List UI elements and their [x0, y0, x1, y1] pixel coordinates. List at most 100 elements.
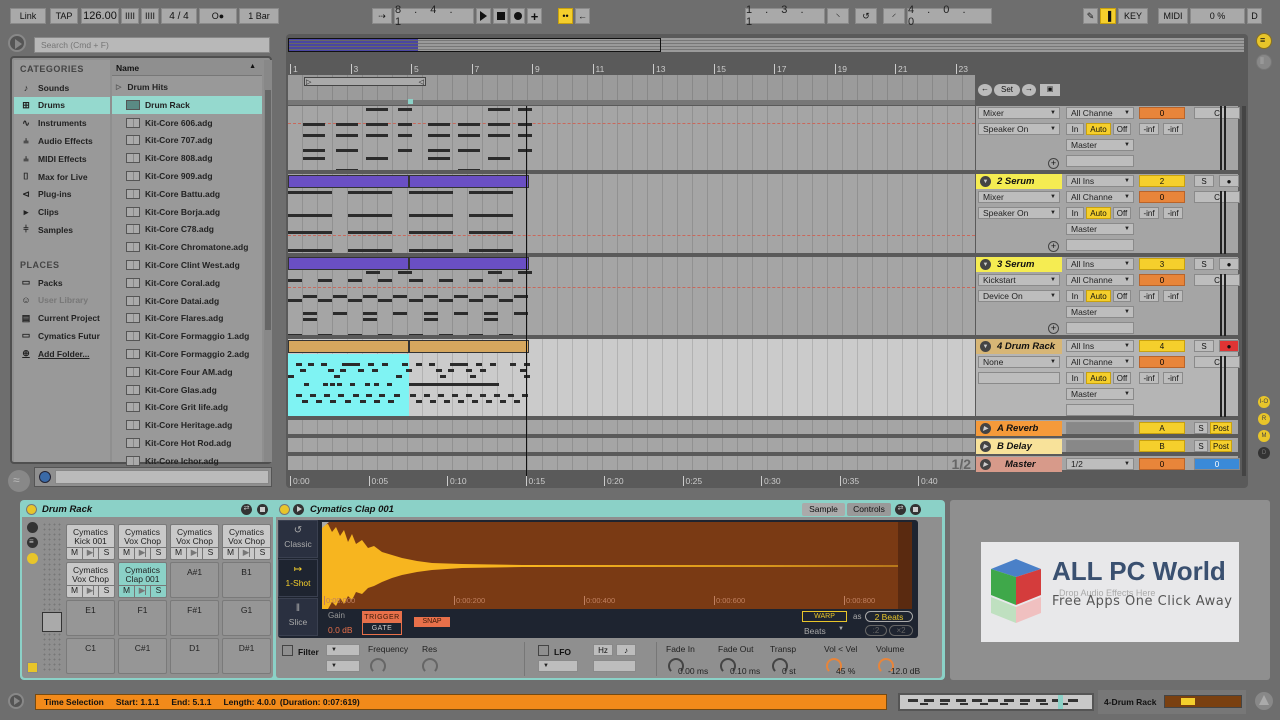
midi-note[interactable] [488, 123, 510, 126]
info-icon[interactable] [39, 471, 51, 483]
arm-button[interactable]: ● [1219, 340, 1239, 352]
drum-note[interactable] [350, 383, 355, 386]
midi-note[interactable] [428, 123, 450, 126]
category-instruments[interactable]: ∿ Instruments [14, 115, 110, 132]
file-item[interactable]: Kit-Core 707.adg [112, 132, 262, 150]
punch-in-button[interactable]: ⸌ [827, 8, 849, 24]
tab-controls[interactable]: Controls [847, 503, 891, 516]
drum-pad[interactable]: Cymatics Kick 001 M ▶ S [66, 524, 115, 560]
drum-note[interactable] [396, 375, 402, 378]
tab-sample[interactable]: Sample [802, 503, 845, 516]
place-packs[interactable]: ▭ Packs [14, 274, 110, 291]
drum-note[interactable] [353, 394, 359, 397]
midi-note[interactable] [469, 191, 513, 194]
file-item[interactable]: Kit-Core Flares.adg [112, 310, 262, 328]
drum-pad[interactable]: C1 [66, 638, 115, 674]
file-item[interactable]: Kit-Core Formaggio 1.adg [112, 327, 262, 345]
expand-arrow-icon[interactable]: ▶ [980, 459, 991, 470]
punch-out-button[interactable]: ⸍ [883, 8, 905, 24]
file-item[interactable]: Kit-Core Hot Rod.adg [112, 434, 262, 452]
midi-note[interactable] [518, 271, 532, 274]
midi-note[interactable] [454, 295, 468, 298]
midi-note[interactable] [518, 108, 532, 111]
drum-note[interactable] [508, 394, 514, 397]
lfo-toggle[interactable] [538, 645, 549, 656]
input-channel-dropdown[interactable]: Mixer [978, 191, 1060, 203]
pan-field[interactable]: C [1194, 107, 1240, 119]
master-track-header[interactable]: ▶ Master [976, 457, 1062, 472]
midi-note[interactable] [484, 312, 498, 315]
category-midi-effects[interactable]: ⫨ MIDI Effects [14, 150, 110, 167]
pad-solo-button[interactable]: S [99, 586, 114, 597]
pad-play-button[interactable]: ▶ [239, 547, 255, 559]
drum-note[interactable] [466, 369, 472, 372]
midi-note[interactable] [318, 279, 332, 282]
file-item[interactable]: Kit-Core Clint West.adg [112, 256, 262, 274]
drum-pad[interactable]: Cymatics Vox Chop M ▶ S [222, 524, 271, 560]
midi-note[interactable] [288, 214, 332, 217]
midi-note[interactable] [303, 295, 317, 298]
midi-note[interactable] [366, 157, 388, 160]
track-header[interactable]: ▼ 3 Serum [976, 257, 1062, 272]
trigger-gate-switch[interactable]: TRIGGER GATE [362, 611, 402, 635]
drum-note[interactable] [300, 369, 306, 372]
auto-select-button[interactable] [27, 662, 38, 673]
input-channel-dropdown[interactable]: Mixer [978, 107, 1060, 119]
nudge-down-button[interactable]: IIII [121, 8, 139, 24]
midi-note[interactable] [428, 157, 450, 160]
drum-note[interactable] [345, 400, 351, 403]
input-type-dropdown[interactable]: All Ins [1066, 258, 1134, 270]
output-dropdown[interactable]: Master [1066, 388, 1134, 400]
show-chain-list-button[interactable]: ≡ [27, 537, 38, 548]
monitor-off-button[interactable]: Off [1113, 372, 1131, 384]
return-activator[interactable]: B [1139, 440, 1185, 452]
master-output-dropdown[interactable]: 1/2 [1066, 458, 1134, 470]
midi-clip[interactable] [288, 257, 409, 270]
midi-note[interactable] [363, 295, 377, 298]
drum-pad[interactable]: Cymatics Vox Chop M ▶ S [118, 524, 167, 560]
midi-note[interactable] [378, 299, 392, 302]
filter-toggle[interactable] [282, 645, 293, 656]
drum-note[interactable] [372, 369, 378, 372]
midi-note[interactable] [469, 299, 483, 302]
drum-note[interactable] [476, 363, 482, 366]
mode-classic[interactable]: ↺ Classic [278, 520, 318, 558]
drum-note[interactable] [430, 400, 436, 403]
midi-note[interactable] [348, 191, 392, 194]
scrollbar-thumb[interactable] [265, 90, 271, 330]
time-signature-field[interactable]: 4 / 4 [161, 8, 197, 24]
pad-play-button[interactable]: ▶ [83, 547, 99, 559]
file-item[interactable]: Kit-Core 909.adg [112, 167, 262, 185]
follow-button[interactable]: ⇢ [372, 8, 392, 24]
expand-arrow-icon[interactable]: ▶ [980, 441, 991, 452]
drum-note[interactable] [379, 394, 385, 397]
midi-note[interactable] [409, 214, 453, 217]
master-lane[interactable]: 1/2 [288, 456, 975, 472]
loop-start-field[interactable]: 1 . 3 . 1 [745, 4, 825, 28]
drum-note[interactable] [510, 363, 516, 366]
drum-pad[interactable]: F1 [118, 600, 167, 636]
output-dropdown[interactable]: Master [1066, 139, 1134, 151]
midi-note[interactable] [366, 134, 388, 137]
device-activator-toggle[interactable] [26, 504, 37, 515]
return-lane-b[interactable] [288, 438, 975, 454]
midi-note[interactable] [288, 231, 332, 234]
file-item[interactable]: Kit-Core Four AM.adg [112, 363, 262, 381]
midi-note[interactable] [363, 318, 377, 321]
midi-note[interactable] [488, 134, 510, 137]
monitor-auto-button[interactable]: Auto [1086, 123, 1111, 135]
drum-note[interactable] [444, 400, 450, 403]
drum-pad[interactable]: D#1 [222, 638, 271, 674]
expand-arrow-icon[interactable]: ▶ [980, 423, 991, 434]
midi-note[interactable] [366, 271, 380, 274]
double-length-button[interactable]: ×2 [889, 625, 913, 636]
waveform-display[interactable]: 0:00:000 0:00:200 0:00:400 0:00:600 0:00:800 [322, 522, 912, 609]
toggle-m[interactable]: M [1258, 430, 1270, 442]
midi-note[interactable] [469, 249, 513, 252]
pad-mute-button[interactable]: M [171, 548, 187, 559]
metronome-button[interactable]: O● [199, 8, 237, 24]
track-number-activator[interactable]: 3 [1139, 258, 1185, 270]
loop-length-field[interactable]: 4 . 0 . 0 [907, 4, 992, 28]
pad-mute-button[interactable]: M [67, 586, 83, 597]
pad-overview[interactable] [42, 522, 62, 672]
